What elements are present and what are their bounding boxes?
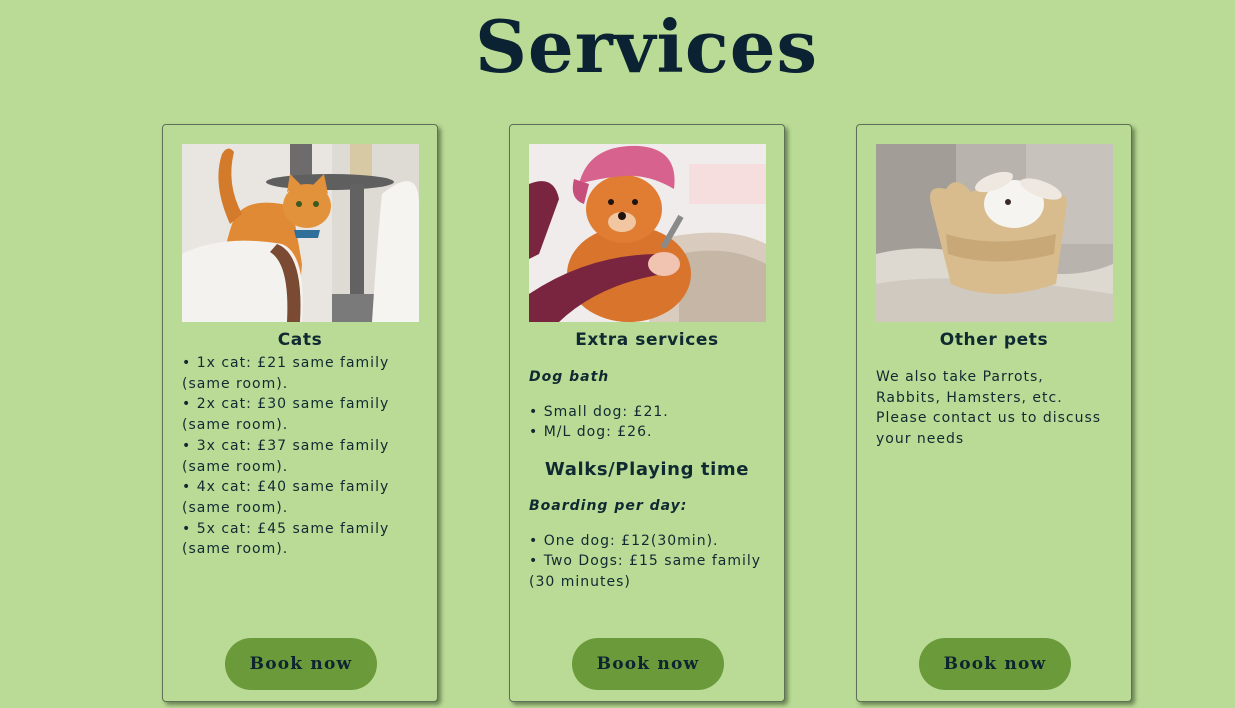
card-title-other-pets: Other pets <box>939 330 1049 350</box>
card-title-cats: Cats <box>277 330 323 350</box>
cats-price-list: • 1x cat: £21 same family (same room). •… <box>182 353 422 560</box>
list-item: • M/L dog: £26. <box>529 424 653 441</box>
list-item: • 5x cat: £45 same family (same room). <box>182 520 390 558</box>
service-card-extra: Extra services Dog bath • Small dog: £21… <box>509 124 785 702</box>
other-pets-description: We also take Parrots, Rabbits, Hamsters,… <box>876 369 1102 448</box>
book-now-button[interactable]: Book now <box>225 638 377 690</box>
service-card-other-pets: Other pets We also take Parrots, Rabbits… <box>856 124 1132 702</box>
walks-section: Boarding per day: • One dog: £12(30min).… <box>529 496 769 593</box>
page-title: Services <box>474 4 819 89</box>
walks-title: Walks/Playing time <box>544 459 750 480</box>
other-pets-text: We also take Parrots, Rabbits, Hamsters,… <box>876 367 1104 450</box>
service-card-cats: Cats • 1x cat: £21 same family (same roo… <box>162 124 438 702</box>
card-title-extra-services: Extra services <box>575 330 719 350</box>
book-now-button[interactable]: Book now <box>572 638 724 690</box>
boarding-subtitle: Boarding per day: <box>529 498 688 514</box>
list-item: • 3x cat: £37 same family (same room). <box>182 437 390 475</box>
dog-bath-subtitle: Dog bath <box>529 369 610 385</box>
list-item: • 2x cat: £30 same family (same room). <box>182 396 390 434</box>
list-item: • Two Dogs: £15 same family (30 minutes) <box>529 553 762 591</box>
dog-photo <box>529 144 766 322</box>
list-item: • 4x cat: £40 same family (same room). <box>182 479 390 516</box>
cat-photo <box>182 144 419 322</box>
list-item: • 1x cat: £21 same family (same room). <box>182 355 390 392</box>
rabbit-photo <box>876 144 1113 322</box>
dog-bath-section: Dog bath • Small dog: £21. • M/L dog: £2… <box>529 367 769 443</box>
list-item: • One dog: £12(30min). <box>529 532 719 549</box>
book-now-button[interactable]: Book now <box>919 638 1071 690</box>
list-item: • Small dog: £21. <box>529 403 669 420</box>
